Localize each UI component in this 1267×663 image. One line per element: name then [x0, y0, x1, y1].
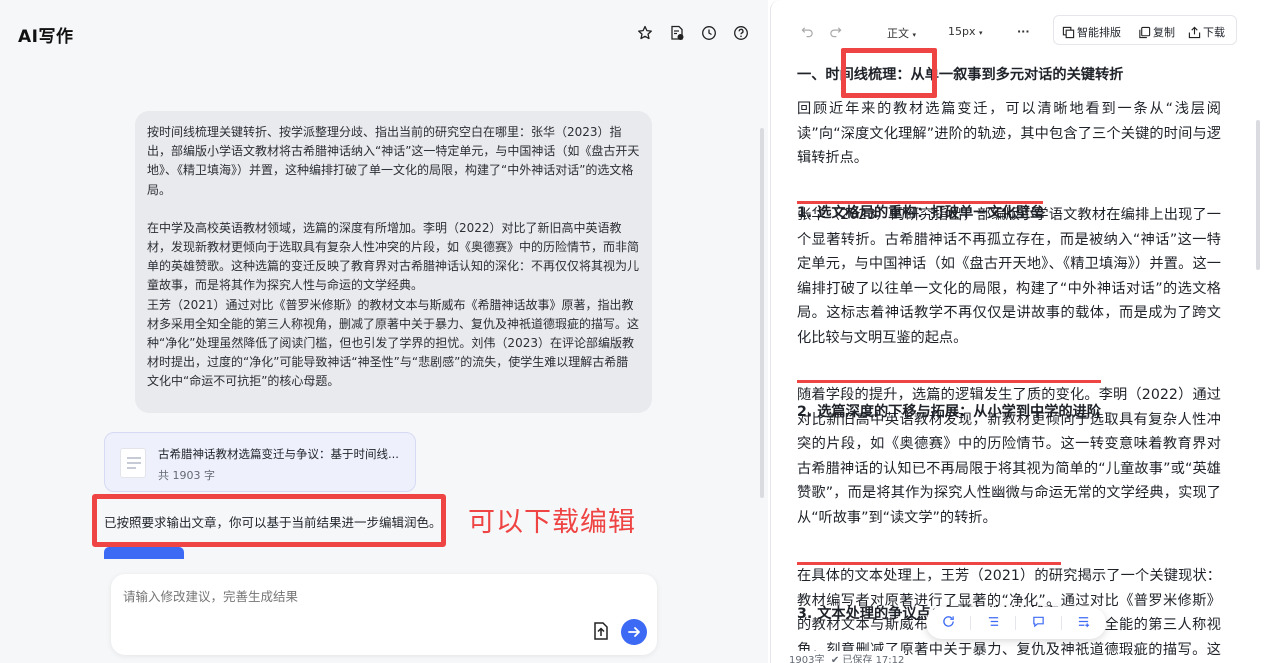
comment-icon[interactable] [1032, 615, 1045, 631]
download-icon [1188, 26, 1201, 38]
redo-icon[interactable] [829, 25, 842, 41]
user-message-bubble: 按时间线梳理关键转折、按学派整理分歧、指出当前的研究空白在哪里：张华（2023）… [135, 111, 652, 413]
copy-button[interactable]: 复制 [1138, 24, 1175, 40]
divider [970, 616, 972, 630]
editor-toolbar: 正文 ▾ 15px ▾ ··· 智能排版 复制 下载 [771, 15, 1267, 49]
annotation-label: 可以下载编辑 [468, 507, 636, 538]
app-title: AI写作 [18, 27, 74, 47]
user-message-paragraph: 王芳（2021）通过对比《普罗米修斯》的教材文本与斯威布《希腊神话故事》原著，指… [147, 297, 640, 389]
chevron-down-icon: ▾ [979, 29, 983, 37]
editor-scrollbar[interactable] [1256, 120, 1260, 270]
body-paragraph: 随着学段的提升，选篇的逻辑发生了质的变化。李明（2022）通过对比新旧高中英语教… [797, 387, 1221, 526]
user-message-paragraph: 在中学及高校英语教材领域，选篇的深度有所增加。李明（2022）对比了新旧高中英语… [147, 220, 640, 293]
editor-pane: 正文 ▾ 15px ▾ ··· 智能排版 复制 下载 一、时间线梳理：从单一叙事… [770, 0, 1267, 663]
input-box [111, 574, 657, 655]
more-button[interactable]: ··· [1017, 25, 1030, 38]
chat-pane: AI写作 按时间线梳理关键转折、按学派整理分歧、指出当前的研究空白在哪里：张华（… [0, 0, 768, 663]
upload-file-icon[interactable] [590, 620, 612, 642]
paragraph-style-select[interactable]: 正文 ▾ [887, 25, 916, 41]
smart-layout-button[interactable]: 智能排版 [1062, 24, 1121, 40]
refresh-icon[interactable] [942, 615, 955, 631]
file-word-count: 共 1903 字 [158, 469, 215, 482]
action-button-group: 智能排版 复制 下载 [1053, 15, 1237, 45]
chat-scrollbar[interactable] [760, 128, 764, 498]
smart-layout-label: 智能排版 [1077, 26, 1121, 39]
font-size-select[interactable]: 15px ▾ [948, 25, 983, 38]
user-message-paragraph: 按时间线梳理关键转折、按学派整理分歧、指出当前的研究空白在哪里：张华（2023）… [147, 125, 640, 197]
heading-rest-text: 从单一叙事到多元对话的关键转折 [910, 67, 1124, 83]
send-button[interactable] [621, 619, 647, 645]
help-icon[interactable] [732, 24, 750, 42]
header-actions [636, 24, 750, 42]
undo-icon[interactable] [801, 25, 814, 41]
divider [1015, 616, 1017, 630]
edit-button[interactable] [104, 547, 184, 559]
layout-icon [1062, 26, 1075, 38]
generated-file-card[interactable]: 古希腊神话教材选篇变迁与争议：基于时间线... 共 1903 字 [104, 432, 416, 492]
font-size-value: 15px [948, 25, 976, 38]
document-icon [120, 448, 146, 478]
insert-icon[interactable] [1077, 615, 1090, 631]
paragraph-style-value: 正文 [887, 27, 909, 40]
list-icon[interactable] [987, 615, 1000, 631]
word-count: 1903字 [789, 655, 825, 663]
star-icon[interactable] [636, 24, 654, 42]
history-icon[interactable] [700, 24, 718, 42]
heading-prefix: 一、 [797, 67, 826, 83]
doc-badge-icon[interactable] [668, 24, 686, 42]
document-body[interactable]: 一、时间线梳理：从单一叙事到多元对话的关键转折 回顾近年来的教材选篇变迁，可以清… [797, 48, 1221, 658]
intro-paragraph: 回顾近年来的教材选篇变迁，可以清晰地看到一条从“浅层阅读”向“深度文化理解”进阶… [797, 101, 1221, 166]
download-label: 下载 [1203, 26, 1225, 39]
body-paragraph: 张华（2023）的研究指出，部编版小学语文教材在编排上出现了一个显著转折。古希腊… [797, 207, 1221, 346]
divider [1060, 616, 1062, 630]
copy-label: 复制 [1153, 26, 1175, 39]
status-bar: 1903字 ✔ 已保存 17:12 [789, 651, 905, 663]
copy-icon [1139, 26, 1151, 38]
floating-toolbar [926, 607, 1106, 639]
file-title: 古希腊神话教材选篇变迁与争议：基于时间线... [158, 447, 399, 461]
section-heading: 一、时间线梳理：从单一叙事到多元对话的关键转折 [797, 48, 1221, 98]
check-icon: ✔ [830, 655, 840, 663]
arrow-right-icon [628, 627, 640, 637]
assistant-reply: 已按照要求输出文章，你可以基于当前结果进一步编辑润色。 [104, 515, 442, 530]
download-button[interactable]: 下载 [1188, 24, 1225, 40]
highlight-box [841, 48, 937, 98]
suggestion-input[interactable] [123, 589, 593, 604]
save-status: 已保存 17:12 [842, 655, 905, 663]
chevron-down-icon: ▾ [912, 31, 917, 39]
